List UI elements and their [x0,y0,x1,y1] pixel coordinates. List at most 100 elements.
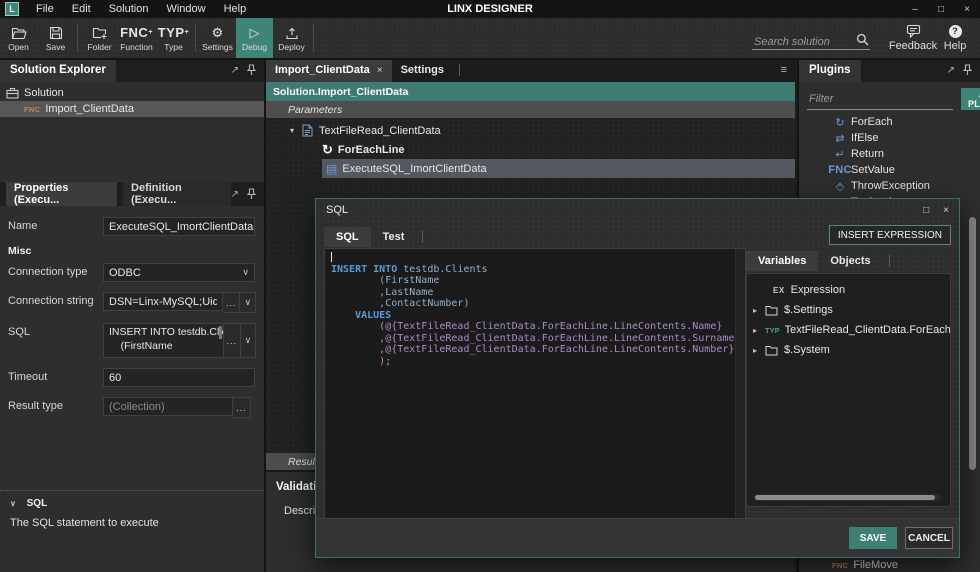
variables-hscrollbar[interactable] [754,494,941,501]
timeout-field[interactable]: 60 [103,368,255,387]
misc-section-label: Misc [8,245,32,257]
dialog-title: SQL [326,204,349,216]
folder-button[interactable]: Folder [81,18,118,58]
help-section-header[interactable]: ∨ SQL [10,498,254,509]
menu-edit[interactable]: Edit [63,0,100,18]
connection-type-select[interactable]: ODBC ∨ [103,263,255,282]
settings-button[interactable]: ⚙ Settings [199,18,236,58]
tree-item-solution[interactable]: Solution [0,85,264,101]
dialog-close-button[interactable]: × [943,205,949,216]
menu-solution[interactable]: Solution [100,0,158,18]
tab-properties[interactable]: Properties (Execu... [6,182,118,206]
solution-search[interactable] [752,27,870,50]
folder-icon [765,345,778,356]
help-text: The SQL statement to execute [10,517,159,529]
scrollbar-thumb[interactable] [218,326,222,339]
add-plugins-button[interactable]: ADD PLUGINS [961,88,980,110]
result-type-ellipsis-button[interactable]: ... [233,397,251,418]
scrollbar-thumb[interactable] [755,495,935,500]
insert-expression-button[interactable]: INSERT EXPRESSION [828,225,951,245]
editor-scrollbar[interactable] [735,249,745,521]
expander-icon[interactable]: ▾ [290,126,302,135]
chevron-down-icon[interactable]: ∨ [240,292,256,313]
plugin-item-filemove[interactable]: FNC FileMove [832,559,898,571]
tab-objects[interactable]: Objects [818,251,882,271]
maximize-button[interactable]: □ [928,0,954,18]
function-button[interactable]: FNC + Function [118,18,155,58]
tree-item-import-clientdata[interactable]: FNC Import_ClientData [0,101,264,117]
deploy-upload-icon [285,24,299,41]
type-button[interactable]: TYP + Type [155,18,192,58]
feedback-bubble-icon [906,24,921,38]
expander-icon[interactable]: ▸ [753,346,765,355]
tab-sql[interactable]: SQL [324,227,371,247]
minimize-button[interactable]: – [902,0,928,18]
menu-window[interactable]: Window [157,0,214,18]
popout-icon[interactable]: ↗ [231,189,239,200]
document-icon [302,124,313,137]
toolbar: Open Save Folder FNC + Function TYP + Ty… [0,18,980,60]
cancel-button[interactable]: CANCEL [905,527,953,549]
tab-test[interactable]: Test [371,227,417,247]
connection-string-ellipsis-button[interactable]: ... [223,292,241,313]
function-tree: ▾ TextFileRead_ClientData ↻ ForEachLine … [266,118,795,178]
help-button[interactable]: ? Help [934,24,976,52]
plugin-item-foreach[interactable]: ↻ ForEach [799,114,980,130]
tab-list-icon[interactable]: ≡ [781,64,787,76]
sql-code-editor[interactable]: INSERT INTO testdb.Clients (FirstName ,L… [324,248,746,522]
pin-icon[interactable] [247,188,256,200]
close-button[interactable]: × [954,0,980,18]
search-input[interactable] [752,34,856,49]
connection-string-field[interactable]: DSN=Linx-MySQL;Uid=root [103,292,223,311]
plugin-item-ifelse[interactable]: ⇄ IfElse [799,130,980,146]
popout-icon[interactable]: ↗ [231,65,239,76]
variable-item-settings[interactable]: ▸ $.Settings [747,300,950,320]
pin-icon[interactable] [247,64,256,76]
document-tabbar: Import_ClientData × Settings ≡ [266,58,795,82]
search-icon[interactable] [856,33,869,49]
expander-icon[interactable]: ▸ [753,306,765,315]
tree-item-executesql[interactable]: ▤ ExecuteSQL_ImortClientData [322,159,795,178]
properties-tabbar: Properties (Execu... Definition (Execu..… [0,182,264,206]
menu-help[interactable]: Help [215,0,256,18]
debug-button[interactable]: ▷ Debug [236,18,273,58]
deploy-button[interactable]: Deploy [273,18,310,58]
folder-icon [765,305,778,316]
open-button[interactable]: Open [0,18,37,58]
save-button[interactable]: SAVE [849,527,897,549]
save-button[interactable]: Save [37,18,74,58]
plugin-item-throwexception[interactable]: ◇! ThrowException [799,178,980,194]
variable-item-system[interactable]: ▸ $.System [747,340,950,360]
result-type-field[interactable]: (Collection) [103,397,233,416]
sql-field[interactable]: INSERT INTO testdb.Client (FirstName [103,323,224,358]
dialog-maximize-button[interactable]: □ [923,205,929,216]
variable-item-expression[interactable]: EX Expression [747,280,950,300]
plugins-header: Plugins ↗ [799,58,980,82]
plugin-item-return[interactable]: ↵ Return [799,146,980,162]
plugin-item-setvalue[interactable]: FNC SetValue [799,162,980,178]
name-row: Name ExecuteSQL_ImortClientData [0,212,264,241]
exception-diamond-icon: ◇! [835,180,845,193]
tree-item-foreachline[interactable]: ↻ ForEachLine [266,140,795,159]
breadcrumb[interactable]: Solution.Import_ClientData [266,82,795,101]
expander-icon[interactable]: ▸ [753,326,765,335]
sql-ellipsis-button[interactable]: ... [223,323,241,358]
tab-variables[interactable]: Variables [746,251,819,271]
chevron-down-icon[interactable]: ∨ [240,323,257,358]
plugins-scrollbar[interactable] [969,217,976,470]
name-field[interactable]: ExecuteSQL_ImortClientData [103,217,255,236]
plugins-filter-input[interactable] [807,88,953,110]
menu-file[interactable]: File [27,0,63,18]
variable-item-foreachline-type[interactable]: ▸ TYP TextFileRead_ClientData.ForEachLin… [747,320,950,340]
parameters-band[interactable]: Parameters [266,101,795,118]
solution-explorer-header: Solution Explorer ↗ [0,58,264,82]
play-icon: ▷ [249,24,260,40]
feedback-button[interactable]: Feedback [889,24,937,52]
tree-item-textfileread[interactable]: ▾ TextFileRead_ClientData [266,121,795,140]
tab-import-clientdata[interactable]: Import_ClientData × [266,58,392,82]
tab-settings[interactable]: Settings [392,58,453,82]
tab-definition[interactable]: Definition (Execu... [123,182,231,206]
pin-icon[interactable] [963,64,972,76]
popout-icon[interactable]: ↗ [947,65,955,76]
close-tab-icon[interactable]: × [377,65,383,76]
